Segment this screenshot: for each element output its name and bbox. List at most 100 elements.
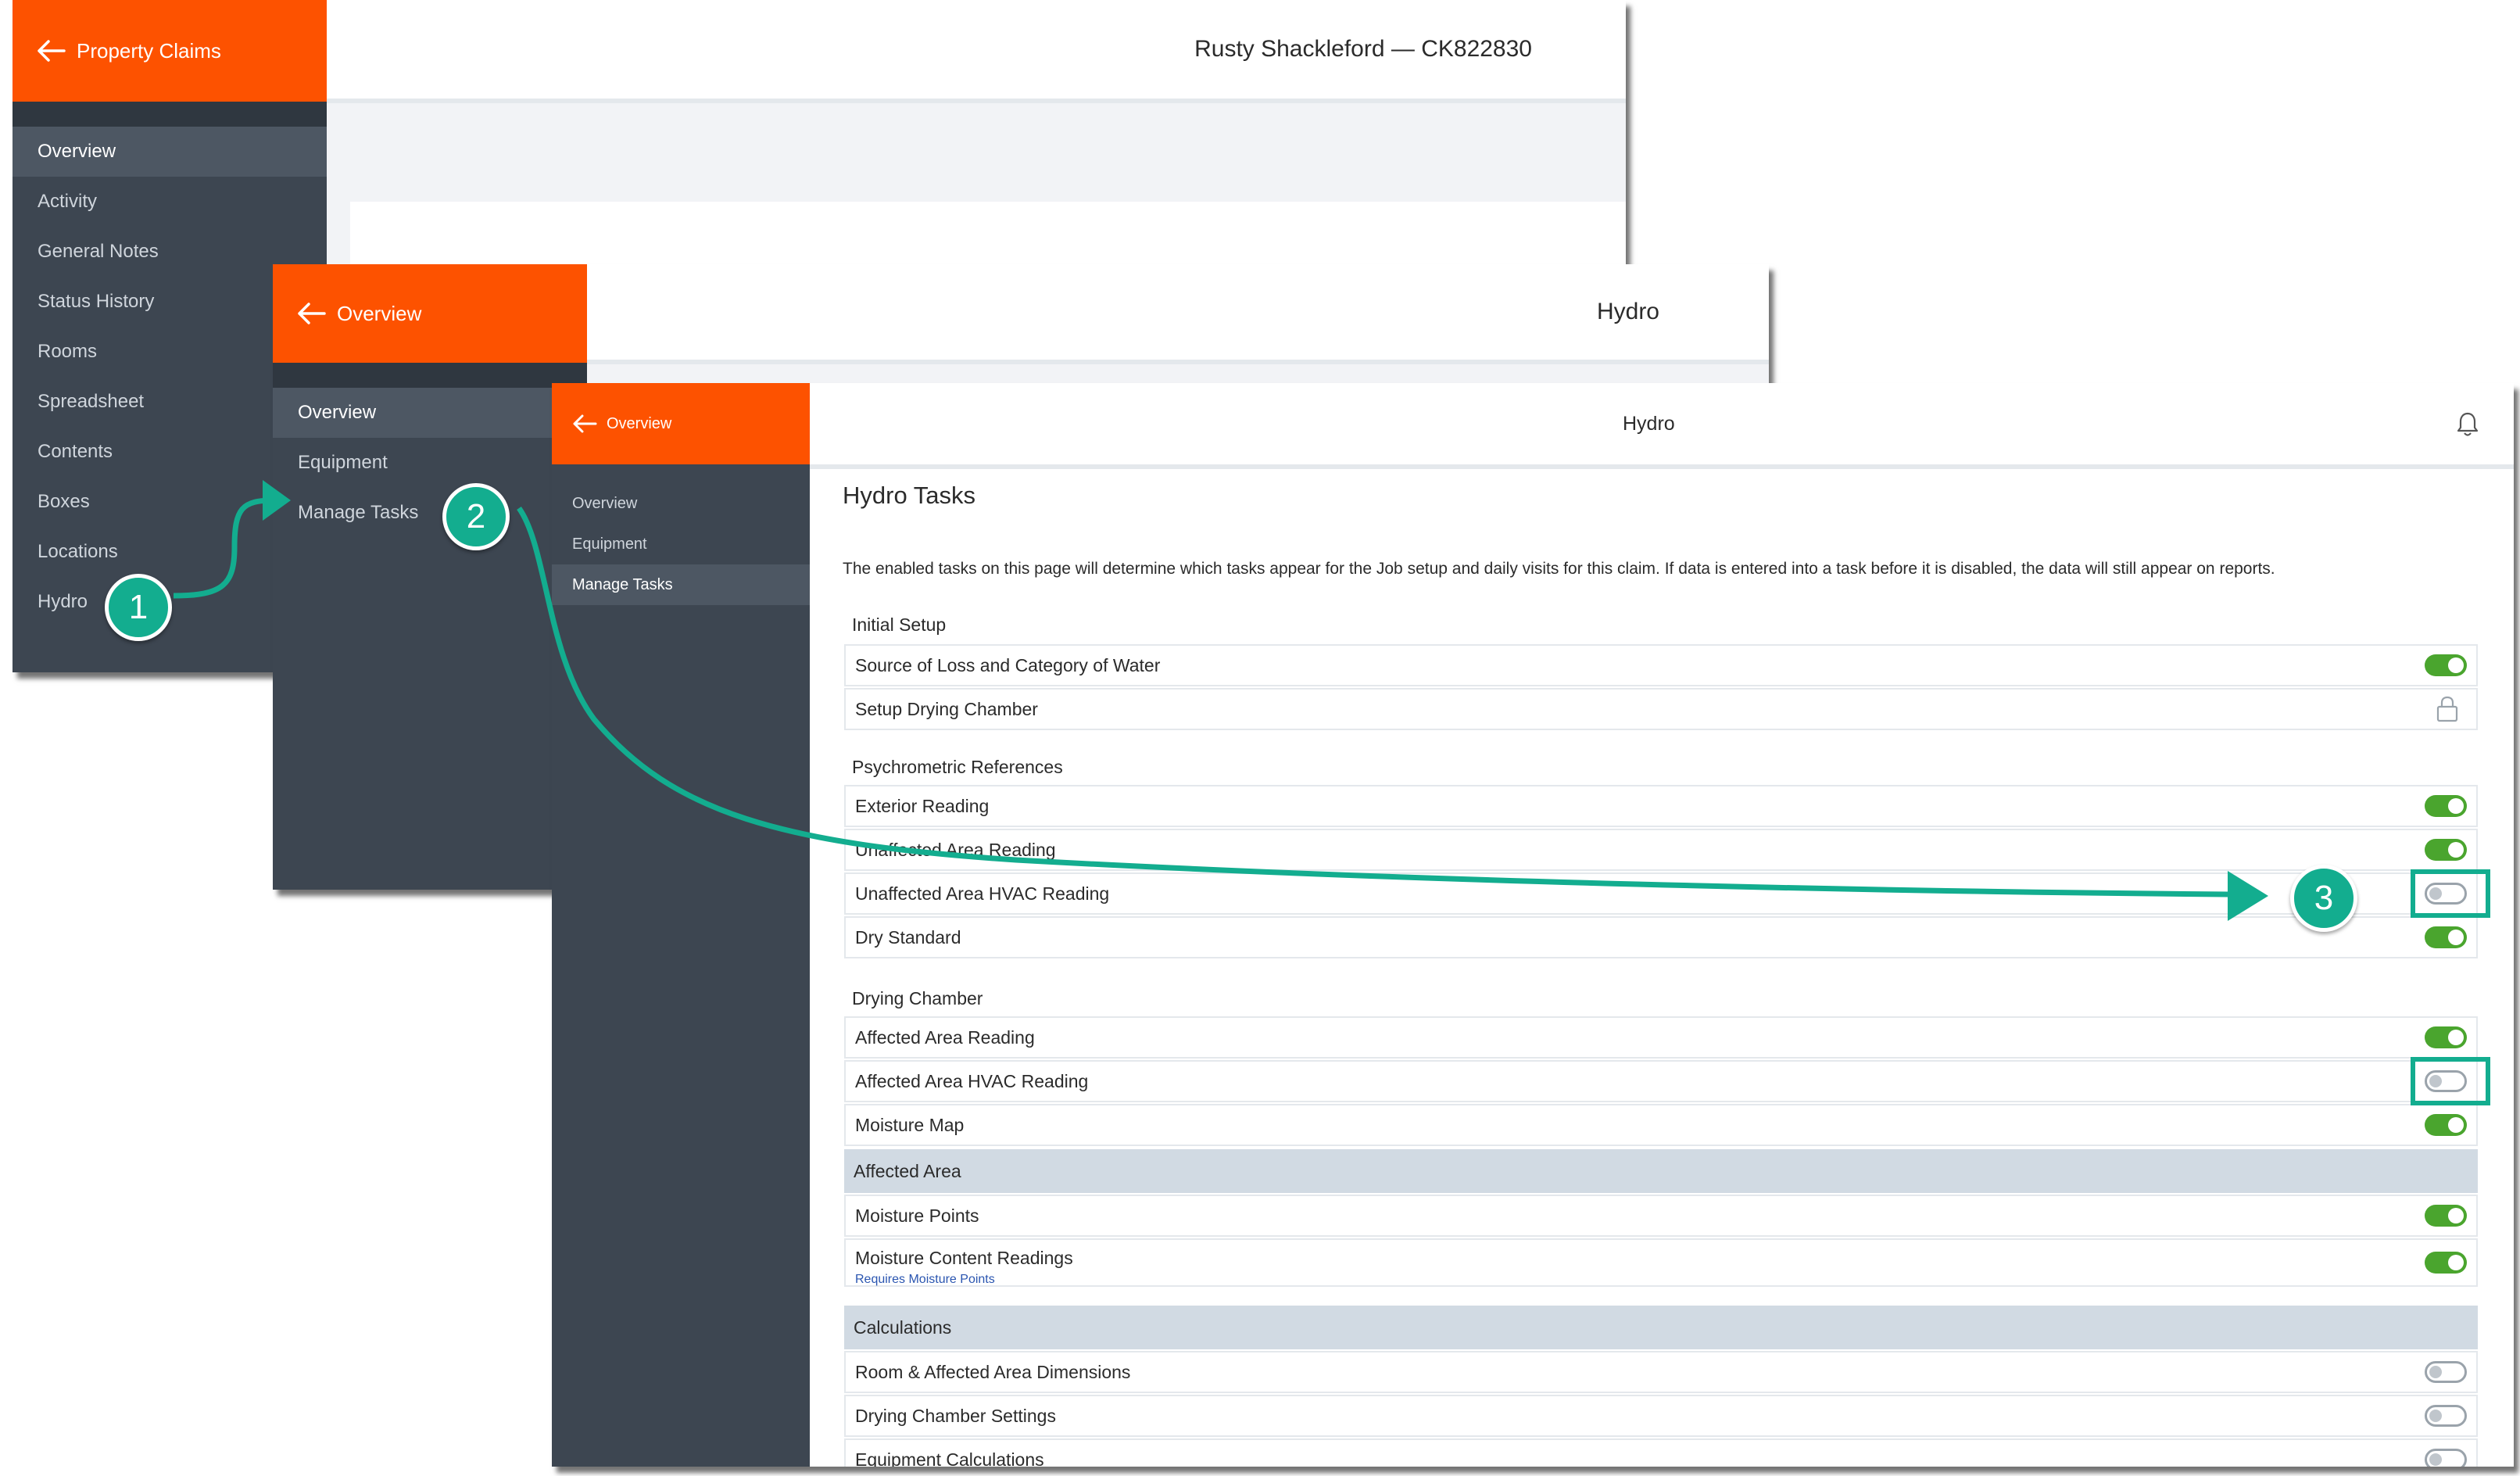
hydro-tasks-heading: Hydro Tasks <box>843 482 975 509</box>
sidebar-item-label: Overview <box>572 494 638 512</box>
task-row-exterior-reading: Exterior Reading <box>844 785 2478 827</box>
sidebar-item-manage-tasks[interactable]: Manage Tasks <box>552 564 810 605</box>
sidebar-item-label: Status History <box>38 291 155 312</box>
task-row-equipment-calculations-clip: Equipment Calculations <box>844 1438 2478 1467</box>
sidebar-item-equipment[interactable]: Equipment <box>552 524 810 564</box>
sidebar-item-overview[interactable]: Overview <box>552 483 810 524</box>
task-row-affected-area-hvac-reading: Affected Area HVAC Reading <box>844 1060 2478 1102</box>
task-label: Affected Area HVAC Reading <box>855 1070 1089 1091</box>
task-row-equipment-calculations: Equipment Calculations <box>844 1438 2478 1467</box>
task-label: Equipment Calculations <box>855 1449 1044 1467</box>
task-row-unaffected-area-hvac-reading: Unaffected Area HVAC Reading <box>844 872 2478 915</box>
task-row-dry-standard: Dry Standard <box>844 916 2478 958</box>
sidebar-item-manage-tasks[interactable]: Manage Tasks <box>273 488 587 538</box>
brand-label: Overview <box>607 414 672 432</box>
sidebar-item-label: Boxes <box>38 491 90 512</box>
task-row-drying-chamber-settings: Drying Chamber Settings <box>844 1395 2478 1437</box>
task-label: Moisture Points <box>855 1205 979 1226</box>
bell-icon[interactable] <box>2456 411 2479 442</box>
task-note: Requires Moisture Points <box>855 1273 995 1286</box>
sidebar-item-label: Rooms <box>38 341 98 362</box>
sidebar-item-overview[interactable]: Overview <box>13 127 327 177</box>
task-label: Unaffected Area HVAC Reading <box>855 883 1110 904</box>
task-row-setup-drying-chamber: Setup Drying Chamber <box>844 688 2478 730</box>
section-psychrometric-references: Psychrometric References <box>852 757 1063 777</box>
sidebar-divider <box>273 363 587 388</box>
task-label: Affected Area Reading <box>855 1026 1035 1048</box>
header: Hydro <box>810 383 2514 469</box>
sidebar-item-label: Hydro <box>38 591 88 612</box>
sidebar-item-label: Activity <box>38 191 98 212</box>
task-row-affected-area-reading: Affected Area Reading <box>844 1016 2478 1059</box>
section-initial-setup: Initial Setup <box>852 614 947 635</box>
sidebar-item-label: Contents <box>38 441 113 462</box>
sidebar-item-label: Spreadsheet <box>38 391 145 412</box>
task-label: Unaffected Area Reading <box>855 839 1056 860</box>
task-label: Moisture Map <box>855 1114 965 1135</box>
task-toggle[interactable] <box>2425 654 2467 676</box>
sidebar-item-activity[interactable]: Activity <box>13 177 327 227</box>
hydro-tasks-description: The enabled tasks on this page will dete… <box>843 560 2275 578</box>
task-toggle[interactable] <box>2425 926 2467 948</box>
task-toggle[interactable] <box>2425 1205 2467 1227</box>
task-label: Room & Affected Area Dimensions <box>855 1361 1131 1382</box>
page-title: Hydro <box>1596 299 1659 324</box>
task-toggle[interactable] <box>2425 1449 2467 1467</box>
task-toggle[interactable] <box>2425 1026 2467 1048</box>
sidebar-item-label: Equipment <box>298 452 388 473</box>
task-label: Dry Standard <box>855 926 961 948</box>
sidebar: Overview Overview Equipment Manage Tasks <box>552 383 810 1467</box>
task-label: Drying Chamber Settings <box>855 1405 1056 1426</box>
brand-label: Property Claims <box>77 38 221 63</box>
section-label: Affected Area <box>854 1160 961 1181</box>
task-row-moisture-content-readings: Moisture Content Readings Requires Moist… <box>844 1238 2478 1287</box>
task-toggle[interactable] <box>2425 1405 2467 1427</box>
back-to-property-claims[interactable]: Property Claims <box>13 0 327 102</box>
sidebar-item-label: Manage Tasks <box>298 502 419 523</box>
task-toggle[interactable] <box>2425 1361 2467 1383</box>
task-row-source-of-loss: Source of Loss and Category of Water <box>844 644 2478 686</box>
sidebar-item-label: Overview <box>38 141 116 162</box>
sidebar-divider <box>13 102 327 127</box>
task-row-moisture-points: Moisture Points <box>844 1195 2478 1237</box>
highlight-box-affected-hvac-toggle <box>2411 1057 2490 1105</box>
task-toggle[interactable] <box>2425 795 2467 817</box>
sidebar-item-label: General Notes <box>38 241 159 262</box>
sidebar-item-overview[interactable]: Overview <box>273 388 587 438</box>
header: Rusty Shackleford — CK822830 <box>327 0 1626 103</box>
step-2-badge: 2 <box>442 483 510 550</box>
task-label: Exterior Reading <box>855 795 990 816</box>
section-label: Calculations <box>854 1317 952 1338</box>
sidebar-item-label: Overview <box>298 402 377 423</box>
task-toggle[interactable] <box>2425 1114 2467 1136</box>
back-to-overview[interactable]: Overview <box>552 383 810 464</box>
sidebar-item-label: Locations <box>38 541 118 562</box>
section-calculations: Calculations <box>844 1306 2478 1349</box>
section-drying-chamber: Drying Chamber <box>852 988 983 1008</box>
sidebar-item-equipment[interactable]: Equipment <box>273 438 587 488</box>
header: Hydro <box>587 264 1769 364</box>
task-row-room-affected-area-dimensions: Room & Affected Area Dimensions <box>844 1351 2478 1393</box>
task-row-moisture-map: Moisture Map <box>844 1104 2478 1146</box>
sidebar: Overview Overview Equipment Manage Tasks <box>273 264 587 890</box>
task-label: Source of Loss and Category of Water <box>855 654 1161 675</box>
page-title: Hydro <box>1623 412 1675 435</box>
sidebar-item-label: Manage Tasks <box>572 575 673 593</box>
back-arrow-icon <box>572 414 597 433</box>
step-3-badge: 3 <box>2290 865 2357 932</box>
sidebar-item-label: Equipment <box>572 535 647 553</box>
task-toggle[interactable] <box>2425 839 2467 861</box>
task-toggle[interactable] <box>2425 1252 2467 1274</box>
section-affected-area: Affected Area <box>844 1149 2478 1193</box>
task-label: Moisture Content Readings <box>855 1248 1073 1268</box>
brand-label: Overview <box>337 301 422 325</box>
task-label: Setup Drying Chamber <box>855 698 1038 719</box>
step-1-badge: 1 <box>105 574 172 641</box>
back-to-overview[interactable]: Overview <box>273 264 587 363</box>
back-arrow-icon <box>36 39 66 63</box>
highlight-box-hvac-toggle <box>2411 869 2490 918</box>
back-arrow-icon <box>296 302 326 325</box>
task-row-unaffected-area-reading: Unaffected Area Reading <box>844 829 2478 871</box>
lock-icon <box>2436 695 2459 723</box>
page-title: Rusty Shackleford — CK822830 <box>1194 36 1532 62</box>
